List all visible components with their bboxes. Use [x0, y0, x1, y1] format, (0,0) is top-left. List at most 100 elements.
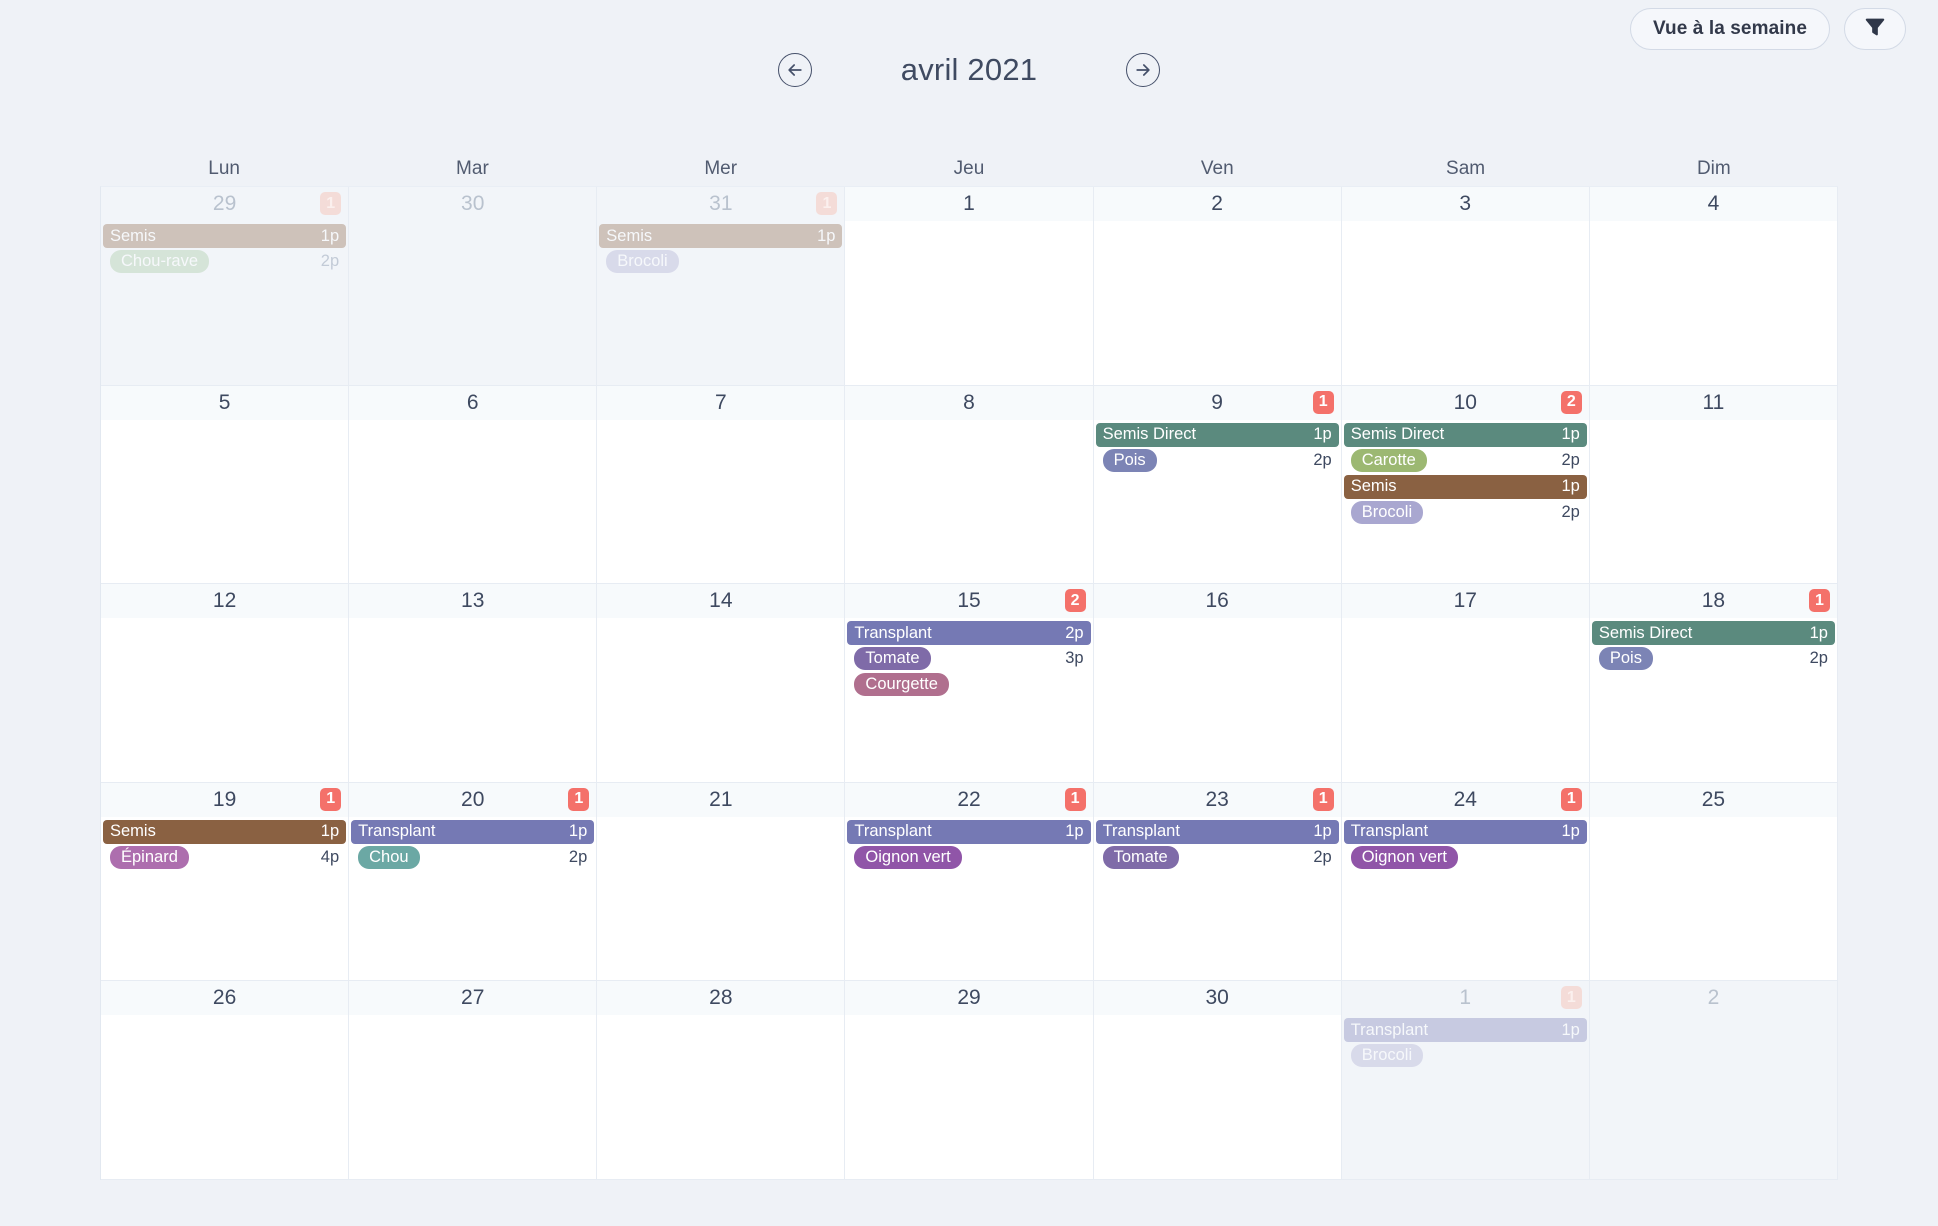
day-cell[interactable]: 22 1 Transplant 1p Oignon vert: [845, 782, 1094, 982]
day-cell[interactable]: 15 2 Transplant 2p Tomate 3p Courgette: [845, 584, 1094, 783]
day-events: [1094, 618, 1341, 621]
day-cell[interactable]: 17: [1341, 584, 1590, 783]
arrow-left-circle-icon[interactable]: [778, 53, 812, 87]
day-cell-header: 5: [101, 385, 349, 420]
day-cell[interactable]: 27: [349, 981, 598, 1180]
day-cell-header: 29: [845, 981, 1093, 1016]
day-events: [845, 221, 1092, 224]
day-cell[interactable]: 10 2 Semis Direct 1p Carotte 2p Semis 1p Brocoli…: [1341, 385, 1590, 585]
event-bar[interactable]: Semis Direct 1p: [1343, 422, 1587, 447]
week-view-button[interactable]: Vue à la semaine: [1629, 8, 1830, 50]
crop-chip[interactable]: Pois: [1102, 448, 1157, 472]
day-cell[interactable]: 19 1 Semis 1p Épinard 4p: [101, 782, 350, 982]
day-cell[interactable]: 1: [845, 187, 1094, 386]
day-cell[interactable]: 31 1 Semis 1p Brocoli: [597, 187, 846, 386]
day-cell-header: 11: [1589, 385, 1837, 420]
task-count-badge[interactable]: 2: [1560, 390, 1582, 414]
event-bar[interactable]: Transplant 1p: [1095, 819, 1339, 844]
crop-chip[interactable]: Tomate: [1102, 845, 1179, 869]
day-cell[interactable]: 13: [349, 584, 598, 783]
day-cell[interactable]: 28: [597, 981, 846, 1180]
day-cell[interactable]: 11: [1589, 385, 1838, 585]
day-cell[interactable]: 14: [597, 584, 846, 783]
event-bar-quantity: 1p: [320, 822, 340, 841]
day-number: 15: [957, 589, 981, 613]
day-cell[interactable]: 3: [1341, 187, 1590, 386]
day-cell[interactable]: 25: [1589, 782, 1838, 982]
day-cell[interactable]: 21: [597, 782, 846, 982]
day-cell[interactable]: 5: [101, 385, 350, 585]
task-count-badge[interactable]: 1: [568, 787, 590, 811]
day-cell[interactable]: 1 1 Transplant 1p Brocoli: [1341, 981, 1590, 1180]
event-bar[interactable]: Semis Direct 1p: [1591, 621, 1835, 646]
day-cell[interactable]: 9 1 Semis Direct 1p Pois 2p: [1093, 385, 1342, 585]
day-cell[interactable]: 7: [597, 385, 846, 585]
day-cell[interactable]: 6: [349, 385, 598, 585]
day-cell[interactable]: 23 1 Transplant 1p Tomate 2p: [1093, 782, 1342, 982]
task-count-badge[interactable]: 1: [816, 192, 838, 215]
day-cell[interactable]: 12: [101, 584, 350, 783]
crop-chip[interactable]: Chou-rave: [110, 250, 210, 273]
day-cell[interactable]: 20 1 Transplant 1p Chou 2p: [349, 782, 598, 982]
crop-chip[interactable]: Tomate: [854, 647, 931, 671]
task-count-badge[interactable]: 1: [1064, 787, 1086, 811]
event-bar[interactable]: Transplant 2p: [847, 621, 1091, 646]
day-events: Transplant 1p Chou 2p: [349, 817, 596, 869]
event-bar[interactable]: Semis 1p: [1343, 474, 1587, 499]
task-count-badge[interactable]: 1: [320, 787, 342, 811]
crop-chip[interactable]: Pois: [1598, 647, 1653, 671]
day-cell[interactable]: 30: [349, 187, 598, 386]
event-bar-quantity: 1p: [1561, 822, 1580, 841]
crop-chip[interactable]: Brocoli: [606, 250, 679, 273]
event-subrow: Pois 2p: [1592, 647, 1835, 671]
crop-chip[interactable]: Chou: [358, 845, 420, 869]
task-count-badge[interactable]: 1: [1560, 787, 1582, 811]
task-count-badge[interactable]: 1: [1560, 986, 1582, 1010]
event-bar[interactable]: Transplant 1p: [351, 819, 595, 844]
crop-chip[interactable]: Épinard: [110, 845, 189, 869]
day-cell[interactable]: 29: [845, 981, 1094, 1180]
day-cell[interactable]: 24 1 Transplant 1p Oignon vert: [1341, 782, 1590, 982]
task-count-badge[interactable]: 2: [1064, 589, 1086, 613]
event-bar[interactable]: Transplant 1p: [1343, 819, 1587, 844]
event-bar[interactable]: Semis 1p: [599, 224, 843, 248]
day-cell[interactable]: 2: [1093, 187, 1342, 386]
crop-chip[interactable]: Courgette: [854, 673, 949, 697]
crop-chip[interactable]: Brocoli: [1350, 500, 1424, 524]
task-count-badge[interactable]: 1: [1312, 390, 1334, 414]
crop-chip[interactable]: Oignon vert: [1350, 845, 1458, 869]
event-bar[interactable]: Semis 1p: [103, 224, 347, 248]
task-count-badge[interactable]: 1: [1312, 787, 1334, 811]
event-bar[interactable]: Semis 1p: [103, 819, 347, 844]
day-cell[interactable]: 4: [1589, 187, 1838, 386]
day-cell[interactable]: 16: [1093, 584, 1342, 783]
day-cell[interactable]: 2: [1589, 981, 1838, 1180]
event-bar-label: Semis: [110, 822, 156, 841]
day-cell[interactable]: 30: [1093, 981, 1342, 1180]
crop-chip[interactable]: Oignon vert: [854, 845, 962, 869]
task-count-badge[interactable]: 1: [1808, 589, 1830, 613]
event-bar[interactable]: Transplant 1p: [1343, 1018, 1587, 1043]
day-events: Transplant 1p Tomate 2p: [1094, 817, 1341, 869]
day-events: Transplant 1p Oignon vert: [1342, 817, 1589, 869]
day-number: 28: [709, 986, 733, 1010]
day-cell[interactable]: 29 1 Semis 1p Chou-rave 2p: [101, 187, 350, 386]
event-bar[interactable]: Semis Direct 1p: [1095, 422, 1339, 447]
day-cell[interactable]: 8: [845, 385, 1094, 585]
crop-chip[interactable]: Carotte: [1350, 448, 1427, 472]
day-cell-header: 4: [1589, 187, 1837, 221]
day-cell[interactable]: 26: [101, 981, 350, 1180]
task-count-badge[interactable]: 1: [320, 192, 342, 215]
weekday-label-mer: Mer: [704, 158, 738, 179]
day-events: [845, 420, 1092, 423]
event-bar[interactable]: Transplant 1p: [847, 819, 1091, 844]
crop-chip[interactable]: Brocoli: [1350, 1044, 1424, 1068]
arrow-right-circle-icon[interactable]: [1126, 53, 1160, 87]
day-events: [597, 817, 844, 820]
filter-button[interactable]: [1844, 8, 1906, 50]
day-cell[interactable]: 18 1 Semis Direct 1p Pois 2p: [1589, 584, 1838, 783]
event-subrow: Oignon vert: [1344, 845, 1587, 869]
event-group: Semis 1p Épinard 4p: [101, 819, 348, 869]
day-number: 17: [1453, 589, 1477, 613]
event-bar-quantity: 1p: [1561, 425, 1580, 444]
